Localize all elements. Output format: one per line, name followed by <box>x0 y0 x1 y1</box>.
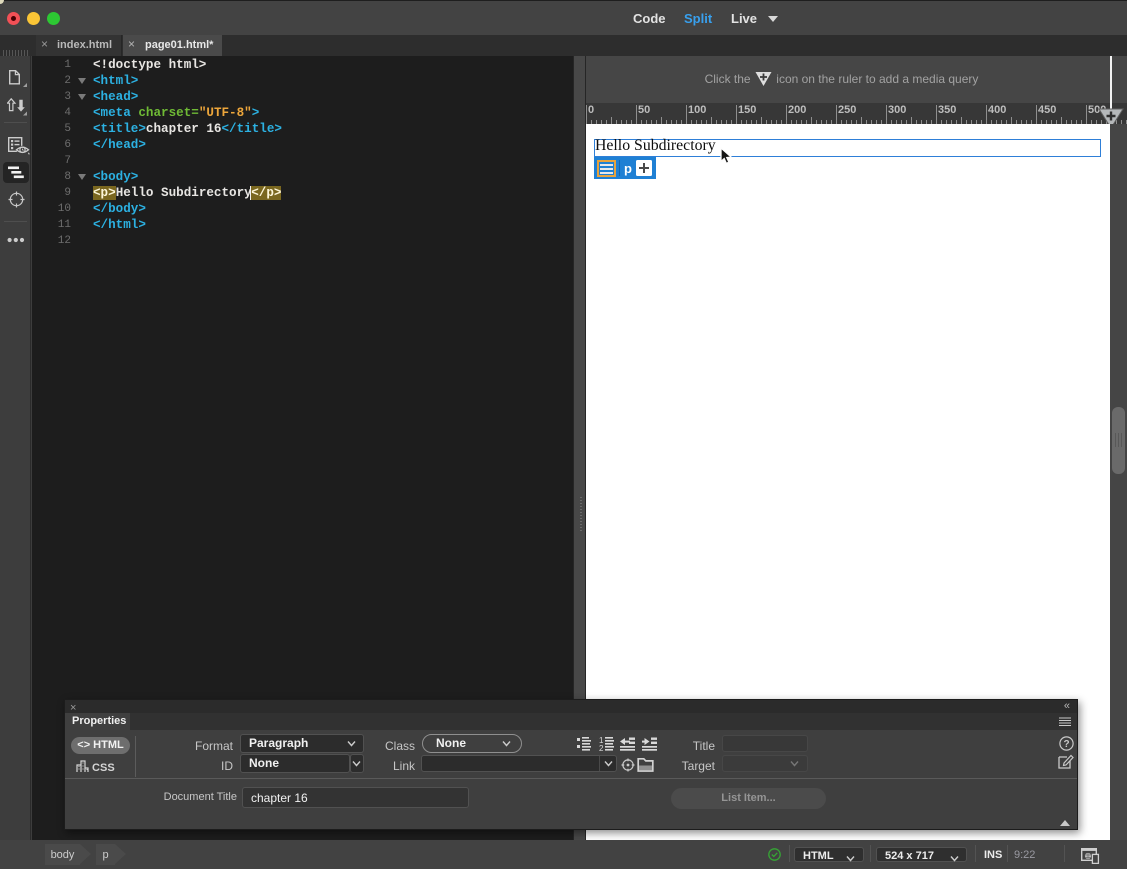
svg-text:300: 300 <box>888 104 906 116</box>
svg-text:200: 200 <box>788 104 806 116</box>
svg-text:400: 400 <box>988 104 1006 116</box>
svg-text:50: 50 <box>638 104 650 116</box>
svg-text:350: 350 <box>938 104 956 116</box>
svg-text:150: 150 <box>738 104 756 116</box>
svg-text:250: 250 <box>838 104 856 116</box>
svg-text:2: 2 <box>599 744 604 751</box>
svg-text:0: 0 <box>588 104 594 116</box>
svg-text:?: ? <box>1063 739 1069 750</box>
svg-text:450: 450 <box>1038 104 1056 116</box>
svg-text:100: 100 <box>688 104 706 116</box>
